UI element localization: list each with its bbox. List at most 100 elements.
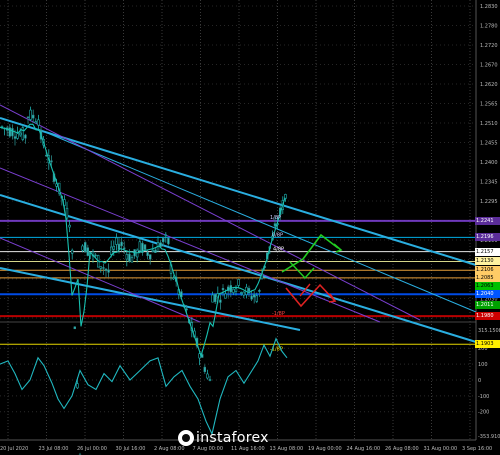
candle-body bbox=[250, 295, 253, 300]
price-tag: 1.1903 bbox=[475, 340, 500, 349]
price-tag: 1.2085 bbox=[475, 273, 500, 282]
price-tick-label: 1.2670 bbox=[480, 63, 498, 69]
price-tick-label: 1.2455 bbox=[480, 141, 498, 147]
candle-body bbox=[86, 247, 90, 256]
candle-body bbox=[130, 257, 134, 263]
channel-line bbox=[44, 131, 477, 313]
price-tag: 1.2130 bbox=[475, 257, 500, 266]
candle-body bbox=[258, 289, 261, 292]
candlesticks bbox=[0, 106, 287, 455]
candle-body bbox=[21, 127, 24, 140]
price-tag: 1.2040 bbox=[475, 290, 500, 299]
indicator-tick-label: -200 bbox=[478, 410, 489, 416]
indicator-tick-label: 100 bbox=[478, 362, 488, 368]
candle-body bbox=[94, 254, 97, 257]
price-tick-label: 1.2565 bbox=[480, 102, 498, 108]
candle-body bbox=[16, 133, 19, 139]
date-tick-label: 19 Aug 00:00 bbox=[308, 446, 342, 452]
candle-body bbox=[255, 295, 258, 302]
candle-body bbox=[185, 308, 188, 311]
candle-body bbox=[232, 288, 235, 293]
candle-body bbox=[136, 249, 139, 258]
candle-body bbox=[242, 291, 245, 296]
candle-body bbox=[224, 293, 227, 299]
candle-body bbox=[26, 116, 30, 119]
level-label: 4/8P bbox=[273, 247, 284, 253]
price-tag: 1.2011 bbox=[475, 300, 500, 309]
level-text-labels: 1/8P0/8P4/8P-1/8P-1/8P bbox=[270, 215, 285, 352]
price-tick-label: 1.2400 bbox=[480, 160, 498, 166]
candle-body bbox=[65, 207, 69, 219]
date-tick-label: 2 Aug 08:00 bbox=[154, 446, 185, 452]
candle-body bbox=[214, 293, 217, 303]
candle-body bbox=[102, 267, 105, 269]
price-tag: 1.2196 bbox=[475, 233, 500, 242]
candle-body bbox=[29, 109, 32, 120]
price-tag: 1.1980 bbox=[475, 312, 500, 321]
candle-body bbox=[99, 266, 103, 269]
instaforex-logo-icon bbox=[178, 430, 194, 446]
price-tick-label: 1.2345 bbox=[480, 180, 498, 186]
date-tick-label: 11 Aug 16:00 bbox=[231, 446, 265, 452]
candle-body bbox=[76, 383, 79, 389]
candle-body bbox=[37, 119, 40, 126]
date-tick-label: 13 Aug 08:00 bbox=[270, 446, 304, 452]
candle-body bbox=[219, 299, 222, 303]
price-tick-label: 1.2295 bbox=[480, 199, 498, 205]
candle-body bbox=[24, 134, 27, 139]
candle-body bbox=[128, 253, 131, 262]
candle-body bbox=[110, 246, 113, 255]
channel-line bbox=[0, 237, 201, 323]
date-tick-label: 31 Aug 00:00 bbox=[424, 446, 458, 452]
level-label: -1/8P bbox=[272, 311, 285, 317]
candle-body bbox=[8, 127, 11, 137]
candle-body bbox=[146, 251, 149, 256]
trend-channels bbox=[0, 104, 477, 343]
candle-body bbox=[73, 326, 77, 330]
channel-line bbox=[0, 117, 477, 266]
channel-line bbox=[0, 104, 421, 321]
indicator-tick-label: -100 bbox=[478, 394, 489, 400]
watermark: instaforex bbox=[178, 430, 269, 446]
candle-body bbox=[154, 249, 157, 253]
candle-body bbox=[167, 237, 170, 245]
cci-indicator bbox=[0, 337, 476, 436]
date-tick-label: 30 Jul 16:00 bbox=[116, 446, 146, 452]
candle-body bbox=[221, 288, 225, 291]
candle-body bbox=[125, 254, 129, 260]
candle-body bbox=[50, 160, 53, 163]
candle-body bbox=[81, 245, 84, 251]
candle-body bbox=[253, 294, 256, 298]
price-tick-label: 1.2830 bbox=[480, 4, 498, 10]
candle-body bbox=[123, 247, 126, 249]
candle-body bbox=[149, 254, 152, 260]
date-tick-label: 20 Jul 2020 bbox=[0, 446, 28, 452]
date-tick-label: 24 Aug 16:00 bbox=[347, 446, 381, 452]
price-tick-label: 1.2720 bbox=[480, 43, 498, 49]
candle-body bbox=[84, 242, 87, 253]
price-chart[interactable]: 1/8P0/8P4/8P-1/8P-1/8P 1.28301.27801.272… bbox=[0, 0, 500, 455]
level-label: 1/8P bbox=[270, 215, 281, 221]
candle-body bbox=[162, 238, 165, 243]
candle-body bbox=[234, 288, 238, 292]
candle-body bbox=[34, 121, 38, 124]
candle-body bbox=[115, 237, 118, 245]
candle-body bbox=[138, 241, 141, 251]
candle-body bbox=[143, 244, 147, 250]
price-tick-label: 1.2510 bbox=[480, 121, 498, 127]
candle-body bbox=[104, 268, 108, 271]
candle-body bbox=[208, 379, 212, 381]
candle-body bbox=[11, 128, 14, 137]
candle-body bbox=[273, 223, 277, 227]
date-tick-label: 3 Sep 16:00 bbox=[462, 446, 492, 452]
candle-body bbox=[211, 294, 214, 303]
candle-body bbox=[151, 249, 154, 252]
arrowhead bbox=[333, 243, 343, 253]
date-tick-label: 26 Jul 00:00 bbox=[77, 446, 107, 452]
indicator-tick-label: 0 bbox=[478, 378, 481, 384]
candle-body bbox=[164, 234, 167, 237]
candle-body bbox=[107, 269, 110, 273]
candle-body bbox=[237, 279, 240, 286]
indicator-tick-label: -353.910 bbox=[478, 434, 500, 440]
candle-body bbox=[18, 132, 22, 136]
